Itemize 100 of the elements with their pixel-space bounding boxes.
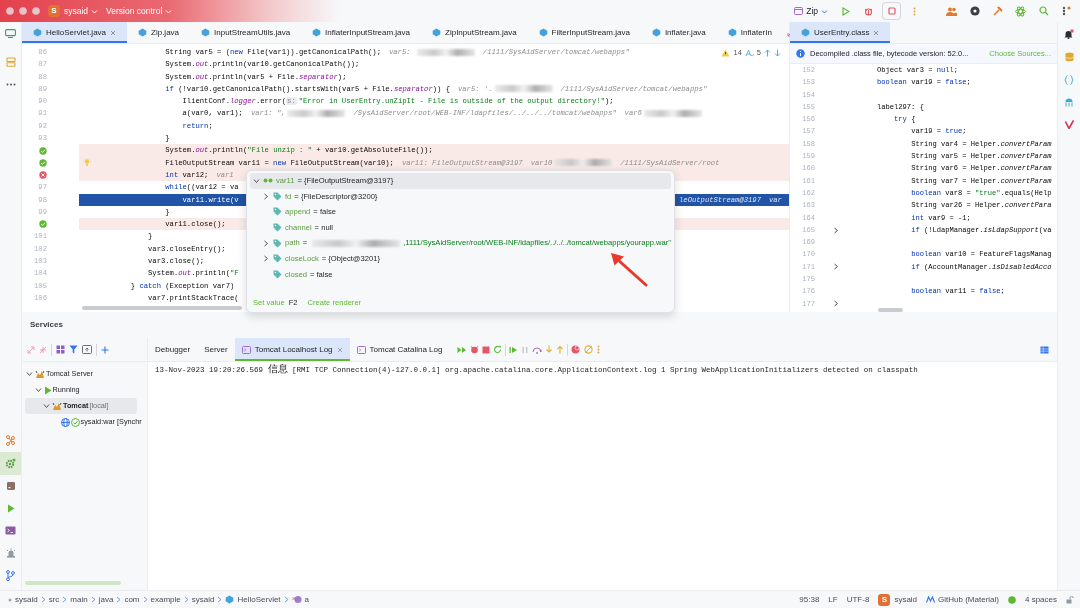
close-icon[interactable] <box>873 29 880 36</box>
panel-tab[interactable]: Tomcat Localhost Log <box>234 338 350 361</box>
hammer-icon[interactable] <box>992 6 1003 16</box>
siren-icon[interactable] <box>5 548 16 559</box>
panel-tab[interactable]: Tomcat Catalina Log <box>349 338 450 361</box>
minimize-button[interactable] <box>19 7 27 15</box>
breadcrumb[interactable]: java <box>98 592 114 607</box>
new-tab-icon[interactable] <box>82 345 92 354</box>
chevron-right-icon <box>116 596 122 603</box>
rerun-icon[interactable] <box>493 345 503 354</box>
scrollbar[interactable] <box>82 306 242 310</box>
zoom-button[interactable] <box>32 7 40 15</box>
run-icon[interactable] <box>6 503 15 513</box>
git-branch-icon[interactable] <box>6 570 15 582</box>
fold-chevron-icon[interactable] <box>833 226 839 234</box>
project-switcher[interactable]: sysaid <box>60 2 103 20</box>
editor-tab[interactable]: UserEntry.class <box>790 22 891 43</box>
editor-tab[interactable]: Zip.java <box>127 22 191 43</box>
pause-icon[interactable] <box>521 345 530 354</box>
resume-all-icon[interactable] <box>457 345 468 354</box>
panel-tab[interactable]: Server <box>197 338 235 361</box>
bell-icon[interactable] <box>1064 29 1074 39</box>
status-dot-icon[interactable] <box>1007 595 1016 604</box>
gear-icon[interactable] <box>5 457 16 469</box>
more-icon[interactable] <box>5 82 16 86</box>
step-into-icon[interactable] <box>545 345 554 354</box>
breadcrumb[interactable]: example <box>150 592 181 607</box>
debug-icon[interactable] <box>470 345 480 354</box>
structure-icon[interactable] <box>5 56 16 67</box>
breadcrumb[interactable]: src <box>48 592 60 607</box>
fold-chevron-icon[interactable] <box>833 263 839 271</box>
chevron-down-icon[interactable] <box>26 371 33 377</box>
step-over-icon[interactable] <box>532 345 543 354</box>
collapse-all-icon[interactable] <box>39 345 47 354</box>
bug-icon[interactable] <box>864 6 873 16</box>
editor-tab[interactable]: Inflater.java <box>640 22 717 43</box>
scrollbar[interactable] <box>878 308 903 312</box>
chevron-right-icon[interactable] <box>262 192 269 200</box>
monitor-icon[interactable] <box>5 28 16 38</box>
chevron-down-icon[interactable] <box>43 403 50 409</box>
fold-chevron-icon[interactable] <box>833 300 839 308</box>
chevron-right-icon[interactable] <box>262 239 269 247</box>
arrow-down-icon[interactable] <box>774 48 781 57</box>
editor-tab[interactable]: InflaterInputStream.java <box>301 22 421 43</box>
bulb-icon[interactable] <box>83 157 91 167</box>
v-shape-icon[interactable] <box>1064 120 1074 130</box>
breadcrumb[interactable]: HelloServlet <box>225 592 281 607</box>
line-ending[interactable]: LF <box>828 592 838 607</box>
check-circle-icon[interactable] <box>39 158 47 167</box>
lock-icon[interactable] <box>1066 595 1074 604</box>
indent-setting[interactable]: 4 spaces <box>1024 592 1057 607</box>
dark-circle-icon[interactable] <box>969 6 980 16</box>
layout-icon[interactable] <box>1040 345 1049 354</box>
editor-tab[interactable]: InputStreamUtils.java <box>190 22 302 43</box>
breadcrumb[interactable]: sysaid <box>191 592 215 607</box>
breadcrumb[interactable]: a <box>291 592 310 607</box>
mute-breakpoints-icon[interactable] <box>584 345 595 354</box>
breakpoints-icon[interactable] <box>571 345 582 354</box>
project-name[interactable]: sysaid <box>894 592 918 607</box>
nodes-icon[interactable] <box>6 435 15 447</box>
breadcrumb[interactable]: sysaid <box>15 592 38 607</box>
expand-all-icon[interactable] <box>27 345 35 354</box>
run-icon[interactable] <box>841 6 850 16</box>
database-icon[interactable] <box>1064 52 1074 63</box>
atom-icon[interactable] <box>1015 5 1026 17</box>
file-encoding[interactable]: UTF-8 <box>846 592 870 607</box>
search-icon[interactable] <box>1038 6 1049 16</box>
people-icon[interactable] <box>946 6 957 16</box>
theme-switcher[interactable]: GitHub (Material) <box>926 592 999 607</box>
chevron-down-icon[interactable] <box>34 387 42 393</box>
breadcrumb[interactable]: main <box>70 592 88 607</box>
stop-icon[interactable] <box>482 345 491 354</box>
x-circle-icon[interactable] <box>39 171 47 180</box>
close-icon[interactable] <box>110 29 117 36</box>
editor-tab[interactable]: FilterInputStream.java <box>527 22 641 43</box>
editor-tab[interactable]: InflaterIn <box>716 22 783 43</box>
close-button[interactable] <box>6 7 14 15</box>
breadcrumb[interactable]: com <box>124 592 140 607</box>
database-icon[interactable] <box>5 480 16 491</box>
chevron-down-icon[interactable] <box>253 177 260 184</box>
arrow-up-icon[interactable] <box>764 48 771 57</box>
network-icon[interactable] <box>1064 97 1074 108</box>
check-circle-icon[interactable] <box>39 146 47 155</box>
close-icon[interactable] <box>336 346 343 353</box>
check-circle-icon[interactable] <box>39 220 47 229</box>
chevron-right-icon[interactable] <box>262 255 269 263</box>
terminal-icon[interactable] <box>5 526 16 536</box>
filter-icon[interactable] <box>69 345 78 354</box>
resume-icon[interactable] <box>509 345 519 354</box>
editor-tab[interactable]: HelloServlet.java <box>22 22 128 43</box>
editor-tab[interactable]: ZipInputStream.java <box>421 22 528 43</box>
run-config-selector[interactable]: Zip <box>790 2 832 20</box>
scrollbar[interactable] <box>25 581 121 585</box>
braces-icon[interactable] <box>1064 74 1074 85</box>
panel-tab[interactable]: Debugger <box>148 338 198 361</box>
step-out-icon[interactable] <box>556 345 565 354</box>
group-icon[interactable] <box>56 345 65 354</box>
caret-position[interactable]: 95:38 <box>799 592 820 607</box>
add-icon[interactable] <box>101 345 109 354</box>
stop-icon[interactable] <box>887 7 896 15</box>
